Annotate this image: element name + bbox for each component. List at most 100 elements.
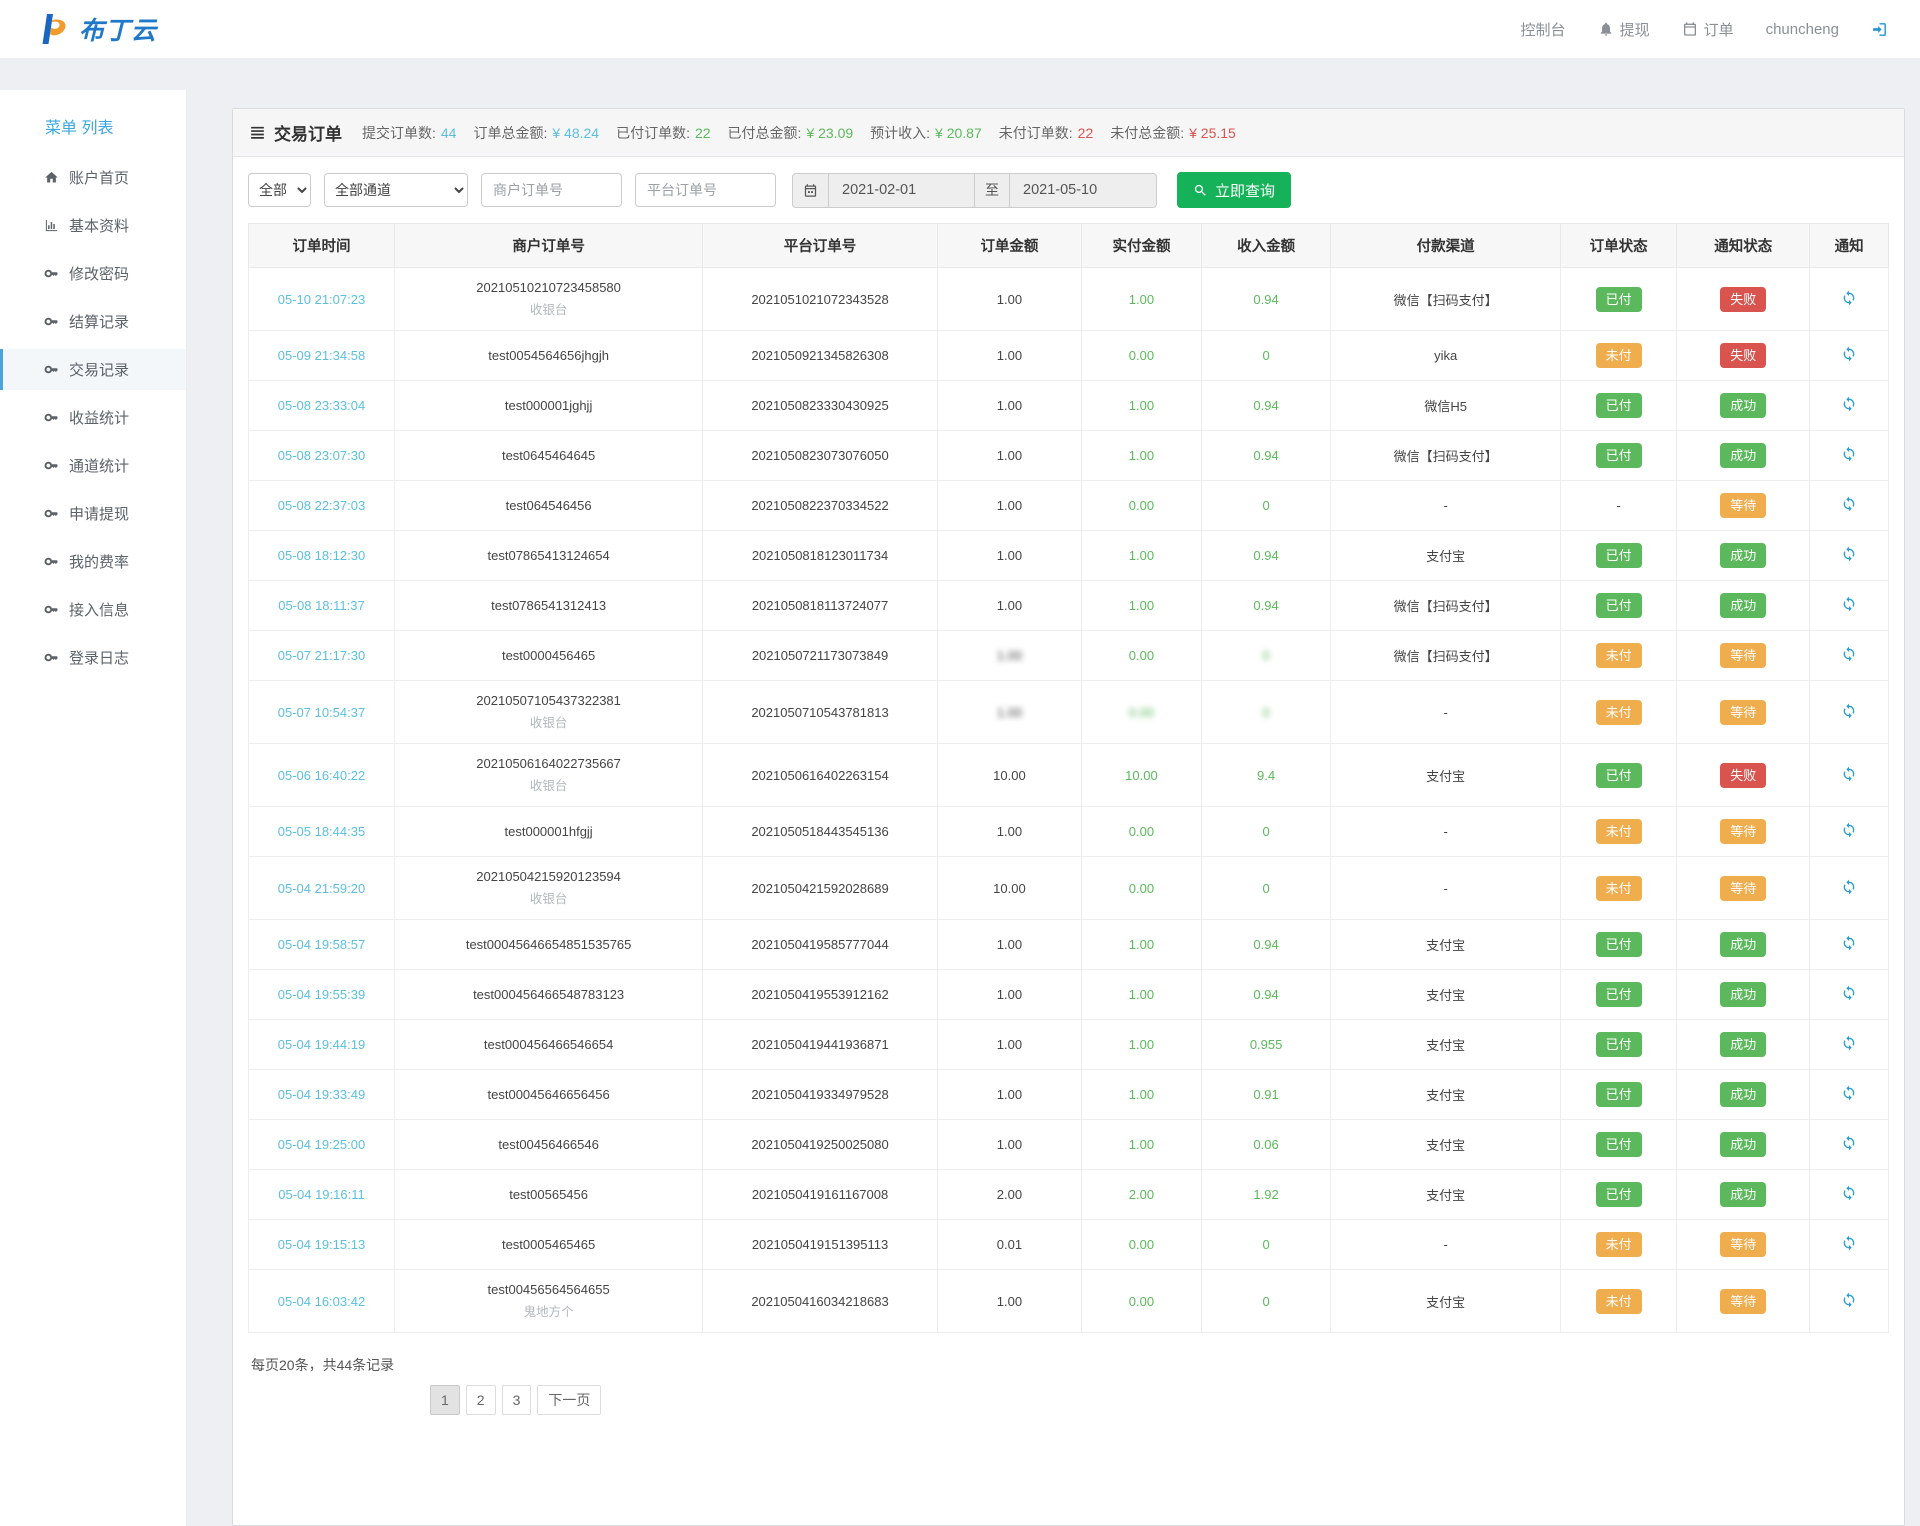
order-time-link[interactable]: 05-04 21:59:20	[278, 881, 365, 896]
platform-order-input[interactable]	[635, 173, 776, 207]
order-status-badge: 未付	[1596, 343, 1642, 368]
next-page-button[interactable]: 下一页	[537, 1385, 601, 1415]
order-time-link[interactable]: 05-04 19:44:19	[278, 1037, 365, 1052]
notify-refresh-button[interactable]	[1839, 820, 1859, 843]
income-amount-cell: 0.94	[1201, 431, 1331, 481]
order-time-link[interactable]: 05-10 21:07:23	[278, 292, 365, 307]
order-time-link[interactable]: 05-04 19:15:13	[278, 1237, 365, 1252]
notify-refresh-button[interactable]	[1839, 877, 1859, 900]
notify-refresh-button[interactable]	[1839, 594, 1859, 617]
order-time-link[interactable]: 05-04 19:33:49	[278, 1087, 365, 1102]
date-separator: 至	[975, 174, 1010, 207]
pagination-summary: 每页20条，共44条记录	[251, 1355, 1889, 1375]
notify-refresh-button[interactable]	[1839, 1083, 1859, 1106]
merchant-order-input[interactable]	[481, 173, 622, 207]
page-button-2[interactable]: 2	[466, 1385, 496, 1415]
order-time-link[interactable]: 05-08 18:12:30	[278, 548, 365, 563]
table-row: 05-04 19:25:00test0045646654620210504192…	[249, 1120, 1889, 1170]
table-row: 05-04 19:58:57 test0004564665485153576520…	[249, 920, 1889, 970]
order-time-link[interactable]: 05-07 21:17:30	[278, 648, 365, 663]
sidebar-item-apply-withdraw[interactable]: 申请提现	[0, 493, 186, 534]
notify-cell	[1810, 431, 1889, 481]
order-time-link[interactable]: 05-06 16:40:22	[278, 768, 365, 783]
notify-refresh-button[interactable]	[1839, 701, 1859, 724]
order-time-link[interactable]: 05-05 18:44:35	[278, 824, 365, 839]
merchant-order-no: test064546456	[400, 498, 697, 513]
order-status-badge: 已付	[1596, 1082, 1642, 1107]
logo[interactable]: 布丁云	[38, 11, 157, 47]
stat-value: ¥ 23.09	[806, 125, 853, 141]
nav-item-console[interactable]: 控制台	[1521, 19, 1566, 40]
notify-refresh-button[interactable]	[1839, 494, 1859, 517]
notify-refresh-button[interactable]	[1839, 394, 1859, 417]
date-from-input[interactable]	[829, 174, 975, 207]
pay-channel-cell: 微信H5	[1331, 381, 1561, 431]
sidebar-item-label: 通道统计	[69, 455, 129, 476]
order-time-link[interactable]: 05-09 21:34:58	[278, 348, 365, 363]
nav-item-orders[interactable]: 订单	[1682, 19, 1734, 40]
refresh-icon	[1841, 1035, 1857, 1051]
search-button[interactable]: 立即查询	[1177, 172, 1291, 208]
sidebar-item-access-info[interactable]: 接入信息	[0, 589, 186, 630]
notify-refresh-button[interactable]	[1839, 1183, 1859, 1206]
date-to-input[interactable]	[1010, 174, 1156, 207]
order-time-link[interactable]: 05-08 23:07:30	[278, 448, 365, 463]
order-status-badge: 未付	[1596, 643, 1642, 668]
notify-refresh-button[interactable]	[1839, 1033, 1859, 1056]
notify-status-cell: 等待	[1677, 857, 1810, 920]
channel-select[interactable]: 全部通道	[324, 173, 468, 207]
order-time-link[interactable]: 05-04 16:03:42	[278, 1294, 365, 1309]
logout-button[interactable]	[1871, 21, 1888, 38]
notify-refresh-button[interactable]	[1839, 983, 1859, 1006]
order-time-cell: 05-04 19:16:11	[249, 1170, 395, 1220]
order-time-link[interactable]: 05-04 19:16:11	[278, 1187, 365, 1202]
sidebar-item-my-rates[interactable]: 我的费率	[0, 541, 186, 582]
page-button-1[interactable]: 1	[430, 1385, 460, 1415]
sidebar-item-change-password[interactable]: 修改密码	[0, 253, 186, 294]
notify-refresh-button[interactable]	[1839, 1290, 1859, 1313]
order-amount-cell: 1.00	[937, 807, 1081, 857]
notify-refresh-button[interactable]	[1839, 933, 1859, 956]
page-button-3[interactable]: 3	[502, 1385, 532, 1415]
order-time-link[interactable]: 05-08 23:33:04	[278, 398, 365, 413]
order-time-link[interactable]: 05-04 19:25:00	[278, 1137, 365, 1152]
notify-refresh-button[interactable]	[1839, 1133, 1859, 1156]
sidebar-item-account-home[interactable]: 账户首页	[0, 157, 186, 198]
notify-refresh-button[interactable]	[1839, 444, 1859, 467]
platform-order-no-cell: 2021050416034218683	[703, 1270, 938, 1333]
calendar-icon	[803, 183, 818, 198]
notify-refresh-button[interactable]	[1839, 344, 1859, 367]
sidebar-item-channel-stats[interactable]: 通道统计	[0, 445, 186, 486]
merchant-order-no-cell: test07865413124654	[394, 531, 702, 581]
paid-amount-cell: 0.00	[1082, 481, 1202, 531]
merchant-order-no-cell: test00045646654851535765	[394, 920, 702, 970]
nav-item-username[interactable]: chuncheng	[1766, 21, 1839, 38]
merchant-order-no: test00456466546	[400, 1137, 697, 1152]
order-status-cell: 已付	[1560, 531, 1676, 581]
notify-refresh-button[interactable]	[1839, 288, 1859, 311]
notify-refresh-button[interactable]	[1839, 644, 1859, 667]
platform-order-no-cell: 2021050419585777044	[703, 920, 938, 970]
nav-item-withdraw[interactable]: 提现	[1598, 19, 1650, 40]
pay-channel-cell: 支付宝	[1331, 1170, 1561, 1220]
sidebar-item-income-stats[interactable]: 收益统计	[0, 397, 186, 438]
order-time-link[interactable]: 05-08 18:11:37	[278, 598, 365, 613]
platform-order-no-cell: 2021050818113724077	[703, 581, 938, 631]
order-time-link[interactable]: 05-04 19:55:39	[278, 987, 365, 1002]
notify-refresh-button[interactable]	[1839, 544, 1859, 567]
sidebar-item-basic-info[interactable]: 基本资料	[0, 205, 186, 246]
order-time-cell: 05-08 18:11:37	[249, 581, 395, 631]
notify-refresh-button[interactable]	[1839, 764, 1859, 787]
sidebar-item-settlement-records[interactable]: 结算记录	[0, 301, 186, 342]
order-time-link[interactable]: 05-04 19:58:57	[278, 937, 365, 952]
order-time-link[interactable]: 05-07 10:54:37	[278, 705, 365, 720]
order-amount-cell: 1.00	[937, 481, 1081, 531]
order-time-link[interactable]: 05-08 22:37:03	[278, 498, 365, 513]
status-select[interactable]: 全部	[248, 173, 311, 207]
notify-refresh-button[interactable]	[1839, 1233, 1859, 1256]
pay-channel-cell: 微信【扫码支付】	[1331, 268, 1561, 331]
stat-item: 未付总金额:¥ 25.15	[1110, 123, 1236, 143]
sidebar-item-transaction-records[interactable]: 交易记录	[0, 349, 186, 390]
sidebar-item-login-logs[interactable]: 登录日志	[0, 637, 186, 678]
order-time-cell: 05-04 19:33:49	[249, 1070, 395, 1120]
